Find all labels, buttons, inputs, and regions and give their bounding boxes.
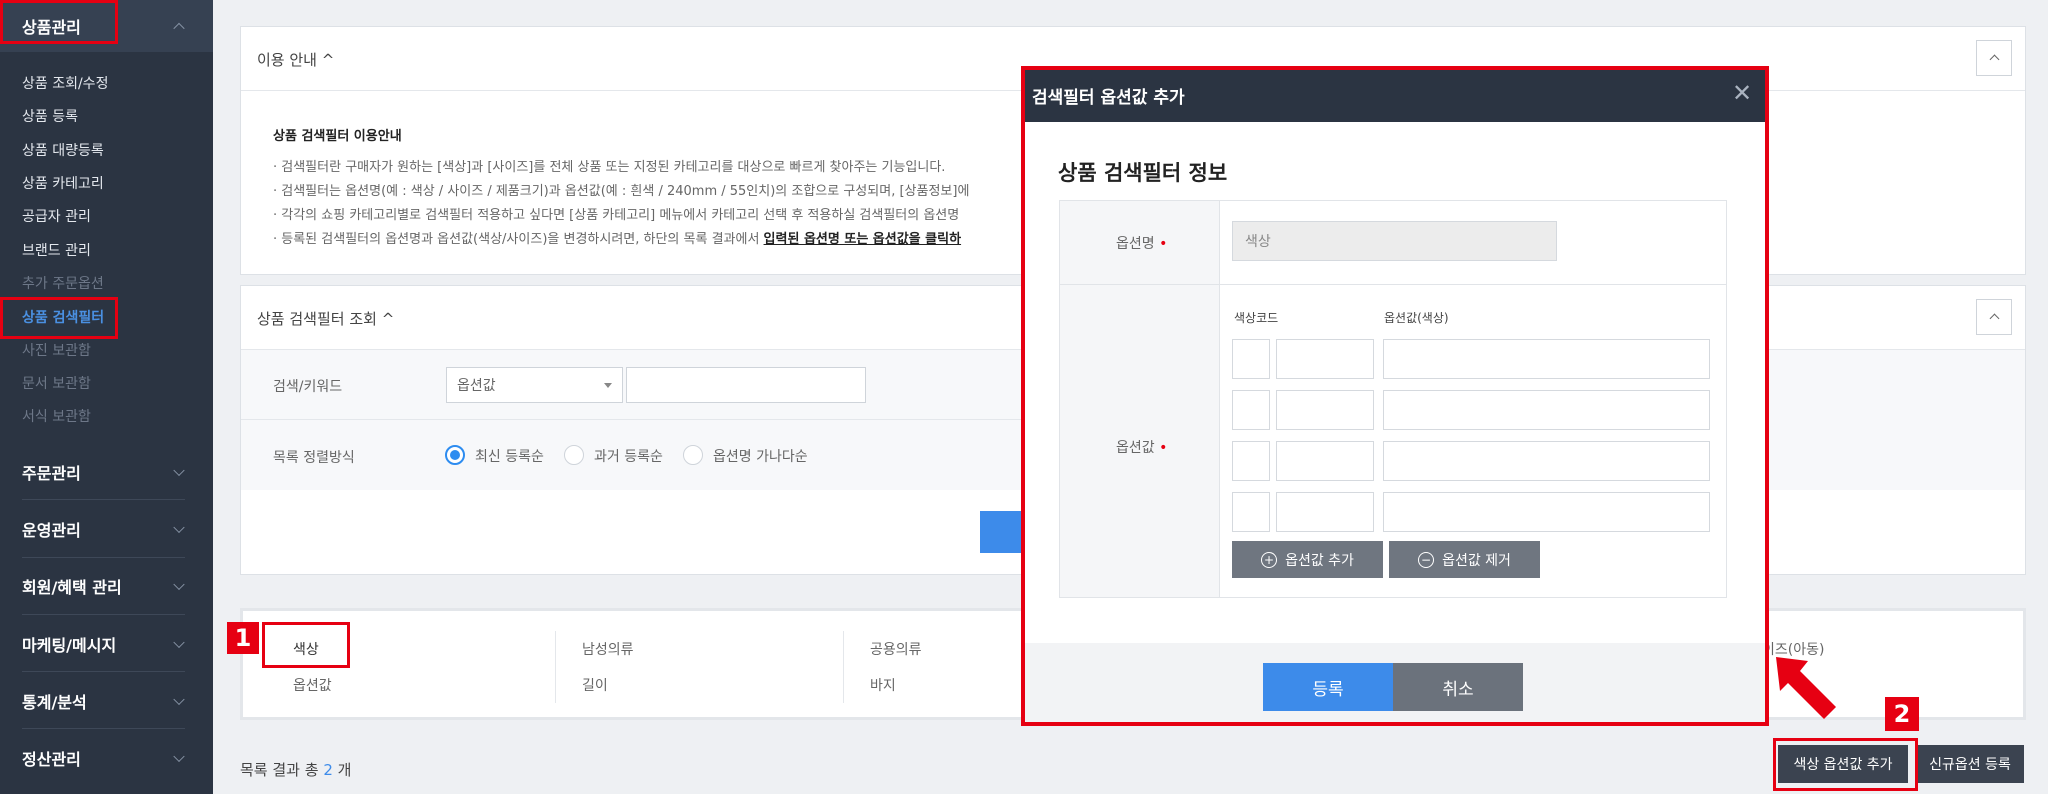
sidebar-menu-label: 회원/혜택 관리 [22, 578, 122, 597]
sidebar-item-form-storage[interactable]: 서식 보관함 [22, 406, 91, 426]
option-name-link[interactable]: 공용의류 [870, 639, 922, 659]
chevron-down-icon [173, 578, 185, 591]
divider [555, 631, 556, 703]
sidebar-menu-operations[interactable]: 운영관리 [0, 503, 213, 555]
select-value: 옵션값 [457, 378, 496, 394]
option-type-select[interactable]: 옵션값 [446, 367, 623, 403]
sidebar-item-brand[interactable]: 브랜드 관리 [22, 240, 91, 260]
sidebar-menu-label: 운영관리 [22, 521, 81, 540]
step-badge: 2 [1885, 697, 1919, 731]
highlight-box [1021, 66, 1769, 726]
pointer-arrow-icon [1776, 657, 1836, 719]
highlight-box [1773, 738, 1918, 791]
divider [241, 419, 1025, 420]
divider [22, 499, 185, 500]
divider [22, 671, 185, 672]
sort-option-label: 옵션명 가나다순 [713, 449, 808, 465]
sidebar-item-document-storage[interactable]: 문서 보관함 [22, 373, 91, 393]
chevron-down-icon [173, 521, 185, 534]
guide-line: · 등록된 검색필터의 옵션명과 옵션값(색상/사이즈)을 변경하시려면, 하단… [273, 232, 962, 247]
sidebar-menu-statistics[interactable]: 통계/분석 [0, 675, 213, 727]
sidebar-menu-label: 마케팅/메시지 [22, 636, 117, 655]
guide-line: · 검색필터는 옵션명(예 : 색상 / 사이즈 / 제품크기)과 옵션값(예 … [273, 184, 970, 199]
sidebar-item-product-search-edit[interactable]: 상품 조회/수정 [22, 73, 108, 93]
collapse-button[interactable] [1976, 40, 2012, 76]
highlight-box [262, 622, 350, 668]
sort-radio-oldest[interactable] [564, 445, 584, 465]
sidebar-item-bulk-register[interactable]: 상품 대량등록 [22, 140, 104, 160]
sidebar-item-product-register[interactable]: 상품 등록 [22, 106, 78, 126]
sort-option-label: 과거 등록순 [594, 449, 663, 465]
guide-line: · 검색필터란 구매자가 원하는 [색상]과 [사이즈]를 전체 상품 또는 지… [273, 160, 946, 175]
guide-heading: 상품 검색필터 이용안내 [273, 129, 402, 144]
chevron-down-icon [173, 636, 185, 649]
sort-radio-name[interactable] [683, 445, 703, 465]
sidebar-item-supplier[interactable]: 공급자 관리 [22, 206, 91, 226]
sort-option-label: 최신 등록순 [475, 449, 544, 465]
sidebar: 상품관리 상품 조회/수정 상품 등록 상품 대량등록 상품 카테고리 공급자 … [0, 0, 213, 794]
result-count: 목록 결과 총 2 개 [240, 761, 352, 779]
chevron-down-icon [173, 750, 185, 763]
chevron-down-icon [173, 693, 185, 706]
panel-title[interactable]: 이용 안내 ^ [257, 49, 334, 70]
chevron-up-icon [173, 22, 185, 35]
chevron-down-icon [173, 464, 185, 477]
sidebar-item-extra-order-option[interactable]: 추가 주문옵션 [22, 273, 104, 293]
collapse-button[interactable] [1976, 299, 2012, 335]
guide-line: · 각각의 쇼핑 카테고리별로 검색필터 적용하고 싶다면 [상품 카테고리] … [273, 208, 960, 223]
sidebar-menu-marketing[interactable]: 마케팅/메시지 [0, 618, 213, 670]
sidebar-menu-members[interactable]: 회원/혜택 관리 [0, 560, 213, 612]
new-option-register-button[interactable]: 신규옵션 등록 [1916, 745, 2024, 783]
sidebar-menu-settlement[interactable]: 정산관리 [0, 732, 213, 784]
step-badge: 1 [227, 622, 259, 654]
sidebar-menu-label: 정산관리 [22, 750, 81, 769]
sidebar-item-product-category[interactable]: 상품 카테고리 [22, 173, 104, 193]
sidebar-menu-orders[interactable]: 주문관리 [0, 446, 213, 498]
highlight-box [0, 0, 118, 44]
option-value-link[interactable]: 바지 [870, 675, 896, 695]
guide-bold-link: 입력된 옵션명 또는 옵션값을 클릭하 [763, 232, 962, 247]
caret-down-icon [604, 383, 612, 388]
panel-title[interactable]: 상품 검색필터 조회 ^ [257, 308, 394, 329]
option-name-link[interactable]: 이즈(아동) [1762, 639, 1824, 659]
sort-radio-newest[interactable] [445, 445, 465, 465]
option-value-link[interactable]: 옵션값 [293, 675, 332, 695]
sidebar-menu-label: 주문관리 [22, 464, 81, 483]
option-name-link[interactable]: 남성의류 [582, 639, 634, 659]
sort-label: 목록 정렬방식 [273, 450, 355, 466]
divider [22, 557, 185, 558]
result-count-number: 2 [323, 761, 333, 779]
sidebar-menu-label: 통계/분석 [22, 693, 87, 712]
option-value-link[interactable]: 길이 [582, 675, 608, 695]
divider [843, 631, 844, 703]
keyword-label: 검색/키워드 [273, 379, 343, 395]
keyword-input[interactable] [626, 367, 866, 403]
divider [22, 728, 185, 729]
sidebar-item-photo-storage[interactable]: 사진 보관함 [22, 340, 91, 360]
divider [22, 614, 185, 615]
highlight-box [0, 297, 118, 339]
